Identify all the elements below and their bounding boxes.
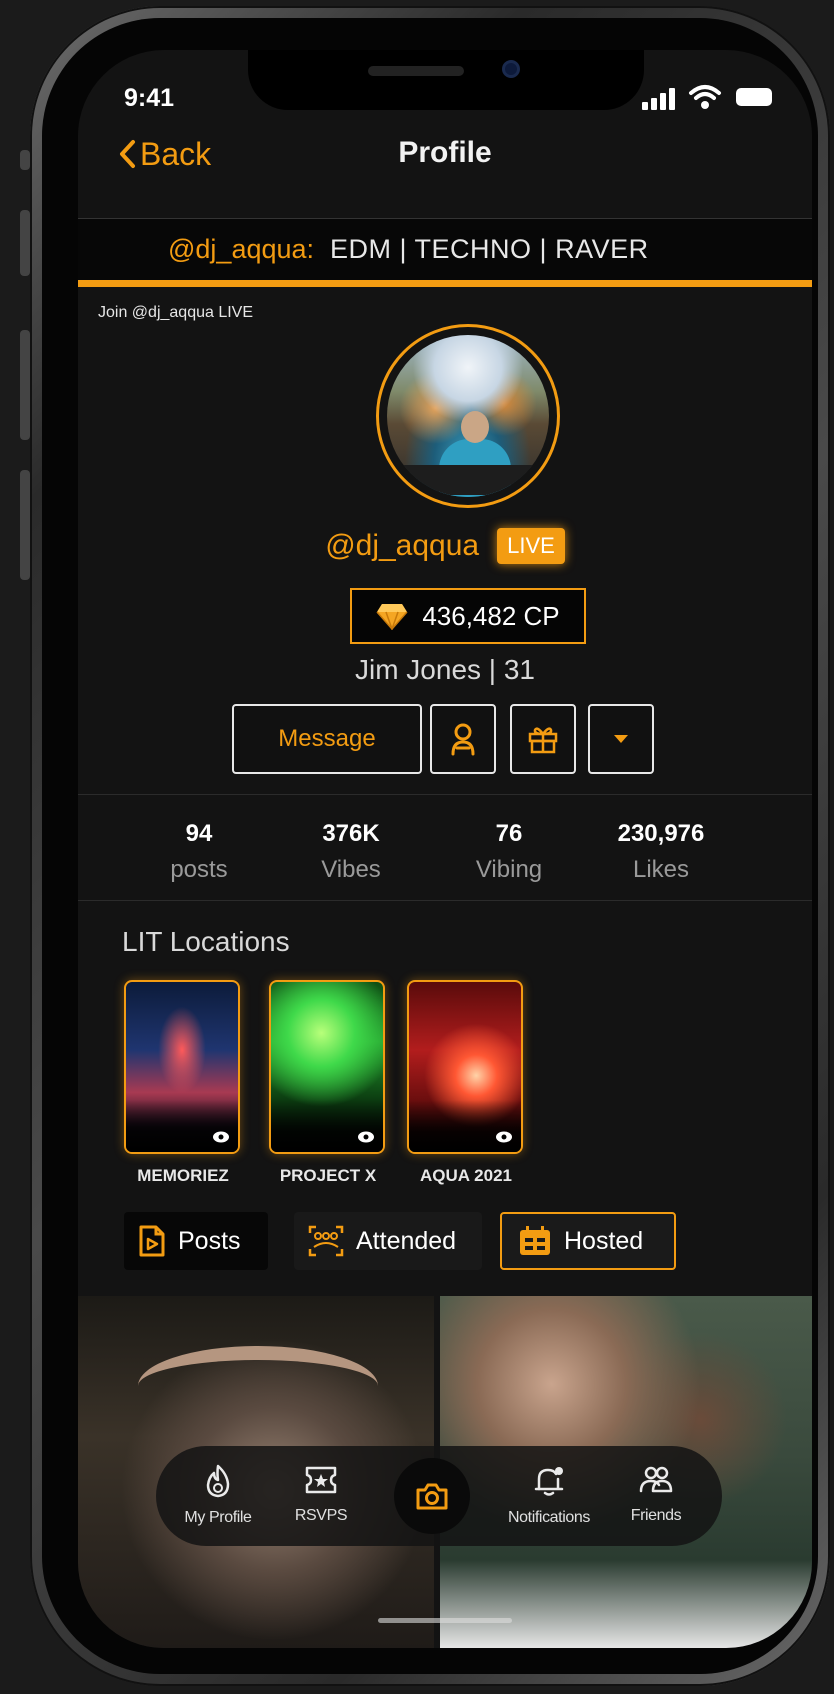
cp-balance: 436,482 CP (350, 588, 586, 644)
friends-icon (639, 1466, 673, 1493)
tab-label: Attended (356, 1226, 457, 1255)
tab-attended[interactable]: Attended (294, 1212, 482, 1270)
avatar[interactable] (376, 324, 560, 508)
name-age: Jim Jones | 31 (354, 654, 536, 685)
group-scan-icon (308, 1225, 344, 1257)
volume-down-button (20, 330, 30, 440)
story-label: MEMORIEZ (137, 1166, 229, 1185)
story-crowd (271, 1100, 383, 1152)
more-options-button[interactable] (588, 704, 654, 774)
message-button-label: Message (278, 725, 376, 752)
tags-handle[interactable]: @dj_aqqua: (168, 234, 314, 265)
stats-bottom-divider (78, 900, 812, 901)
stats-top-divider (78, 794, 812, 795)
stat-vibing[interactable]: 76 Vibing (434, 820, 584, 884)
lit-location-story[interactable] (124, 980, 240, 1154)
bottom-nav: My Profile RSVPS Notifications Friends (156, 1446, 722, 1546)
avatar-image (387, 335, 549, 497)
battery-icon (736, 88, 772, 106)
tab-hosted[interactable]: Hosted (500, 1212, 676, 1270)
cp-value: 436,482 CP (422, 600, 560, 631)
side-button (20, 470, 30, 580)
volume-up-button (20, 210, 30, 276)
earpiece-speaker (368, 66, 464, 76)
home-indicator (378, 1618, 512, 1623)
mute-switch (20, 150, 30, 170)
nav-label: Notifications (508, 1509, 590, 1526)
avatar-figure-head (461, 411, 489, 443)
tab-label: Posts (178, 1226, 241, 1255)
eye-icon (496, 1131, 512, 1143)
nav-label: RSVPS (294, 1507, 348, 1524)
nav-my-profile[interactable]: My Profile (166, 1464, 270, 1527)
stat-vibes[interactable]: 376K Vibes (276, 820, 426, 884)
story-label: AQUA 2021 (420, 1166, 512, 1185)
stat-value: 376K (322, 820, 380, 847)
stat-value: 94 (185, 820, 213, 847)
nav-label: Friends (630, 1507, 682, 1524)
gift-button[interactable] (510, 704, 576, 774)
stat-label: posts (170, 856, 228, 883)
notch (248, 50, 644, 110)
avatar-dj-deck (397, 465, 547, 495)
page-title: Profile (398, 136, 492, 169)
tab-posts[interactable]: Posts (124, 1212, 268, 1270)
join-live-link[interactable]: Join @dj_aqqua LIVE (98, 304, 253, 322)
gift-icon (528, 727, 558, 754)
stat-value: 76 (495, 820, 523, 847)
camera-button[interactable] (394, 1458, 470, 1534)
tags-banner: @dj_aqqua: EDM | TECHNO | RAVER (78, 219, 812, 287)
eye-icon (358, 1131, 374, 1143)
front-camera (502, 60, 520, 78)
post-image-detail (138, 1346, 378, 1426)
nav-friends[interactable]: Friends (610, 1464, 702, 1525)
nav-notifications[interactable]: Notifications (494, 1464, 604, 1527)
caret-down-icon (614, 735, 628, 743)
eye-icon (213, 1131, 229, 1143)
friend-button[interactable] (430, 704, 496, 774)
lit-location-story[interactable] (269, 980, 385, 1154)
message-button[interactable]: Message (232, 704, 422, 774)
profile-flame-icon (206, 1464, 230, 1498)
stats-row: 94 posts 376K Vibes 76 Vibing 230,976 Li… (134, 820, 754, 890)
username: @dj_aqqua (325, 529, 480, 562)
status-time: 9:41 (124, 84, 175, 112)
status-icons (642, 84, 772, 110)
live-badge[interactable]: LIVE (497, 528, 565, 564)
camera-icon (416, 1483, 448, 1510)
stat-label: Likes (632, 856, 690, 883)
username-row: @dj_aqqua LIVE (78, 528, 812, 564)
story-crowd (409, 1100, 521, 1152)
story-crowd (126, 1100, 238, 1152)
nav-rsvps[interactable]: RSVPS (276, 1464, 366, 1525)
diamond-icon (376, 604, 408, 630)
story-label: PROJECT X (279, 1166, 377, 1185)
genre-tags: EDM | TECHNO | RAVER (330, 234, 649, 264)
app-screen: 9:41 Back Profile @dj_aqqua: EDM | TECHN… (78, 50, 812, 1648)
stat-value: 230,976 (617, 820, 705, 847)
bell-icon (534, 1467, 564, 1496)
tab-label: Hosted (564, 1226, 644, 1255)
video-file-icon (139, 1225, 165, 1257)
nav-label: My Profile (184, 1509, 252, 1526)
lit-locations-title: LIT Locations (122, 926, 290, 957)
stat-likes[interactable]: 230,976 Likes (586, 820, 736, 884)
signal-icon (642, 88, 678, 110)
person-icon (451, 723, 475, 756)
stat-label: Vibing (475, 856, 543, 883)
lit-location-story[interactable] (407, 980, 523, 1154)
stat-posts[interactable]: 94 posts (124, 820, 274, 884)
calendar-icon (520, 1226, 550, 1255)
wifi-icon (689, 85, 721, 109)
stat-label: Vibes (321, 856, 381, 883)
ticket-icon (305, 1466, 337, 1494)
